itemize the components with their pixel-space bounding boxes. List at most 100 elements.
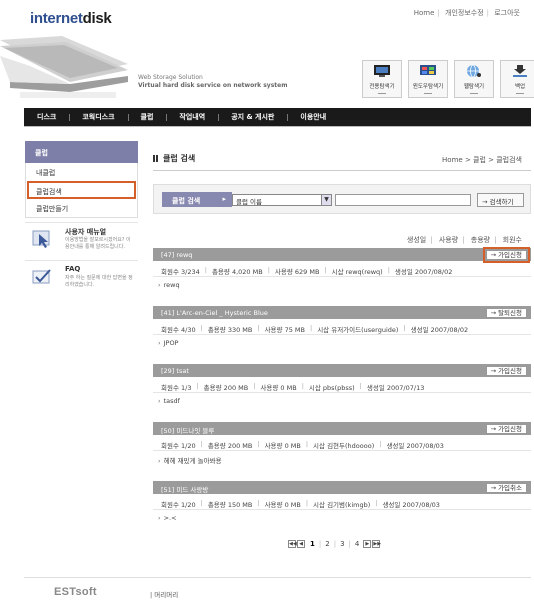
top-links: Home | 개인정보수정 | 로그아웃 bbox=[413, 9, 520, 17]
nav-notice-board[interactable]: 공지 & 게시판 bbox=[218, 112, 287, 122]
club-created: 생성일 2007/08/02 bbox=[410, 326, 469, 334]
breadcrumb: Home > 클럽 > 클럽검색 bbox=[442, 156, 522, 164]
sidebar-title: 클럽 bbox=[25, 141, 138, 163]
club-stats: 회원수 4/30 | 총용량 330 MB | 사용량 75 MB | 시삽 유저가이드(u… bbox=[153, 319, 531, 335]
club-members: 회원수 4/30 bbox=[161, 326, 196, 334]
folder-explorer-icon bbox=[374, 65, 390, 77]
logo-text-disk: disk bbox=[82, 10, 112, 27]
nav-disk[interactable]: 디스크 bbox=[24, 112, 69, 122]
logout-link[interactable]: 로그아웃 bbox=[494, 9, 520, 17]
leave-request-button[interactable]: → 탈퇴신청 bbox=[485, 308, 527, 318]
sort-by-used[interactable]: 사용량 bbox=[439, 236, 458, 244]
sidebar-item-my-club[interactable]: 내클럽 bbox=[26, 163, 137, 181]
club-name[interactable]: [47] rewq bbox=[161, 251, 192, 259]
club-owner: 시삽 pbs(pbss) bbox=[308, 384, 355, 392]
club-owner: 시삽 김현두(hdoooo) bbox=[313, 442, 375, 450]
manual-desc: 이용방법을 잘모르시겠어요? 이용안내를 통해 알려드립니다. bbox=[65, 237, 131, 250]
footer-link[interactable]: | 머리머리 bbox=[150, 589, 178, 599]
faq-box[interactable]: FAQ 자주 하는 질문에 대한 답변을 정리하였습니다. bbox=[25, 260, 138, 296]
tool-label: 윈도우탐색기 bbox=[412, 84, 444, 90]
tool-label: 백업 bbox=[514, 84, 526, 90]
club-owner: 시삽 김기범(kimgb) bbox=[313, 501, 371, 509]
tool-label: 전용탐색기 bbox=[369, 84, 395, 90]
search-button[interactable]: → 검색하기 bbox=[477, 193, 524, 207]
club-used: 사용량 0 MB bbox=[264, 442, 301, 450]
nav-guide[interactable]: 이용안내 bbox=[287, 112, 339, 122]
last-page-icon[interactable]: ▶▶ bbox=[372, 540, 381, 548]
club-entry: [41] L'Arc-en-Ciel _ Hysteric Blue → 탈퇴신청… bbox=[153, 306, 531, 351]
next-page-icon[interactable]: ▶ bbox=[363, 540, 372, 548]
club-used: 사용량 0 MB bbox=[264, 501, 301, 509]
search-label-text: 클럽 검색 bbox=[172, 197, 201, 205]
arrow-right-icon: ▸ bbox=[222, 195, 226, 203]
home-link[interactable]: Home bbox=[414, 9, 435, 17]
cancel-join-button[interactable]: → 가입취소 bbox=[485, 483, 527, 493]
edit-profile-link[interactable]: 개인정보수정 bbox=[445, 9, 484, 17]
tagline-line-1: Web Storage Solution bbox=[138, 74, 203, 81]
web-explorer-icon bbox=[467, 64, 481, 78]
tool-windows-explorer[interactable]: 윈도우탐색기 bbox=[408, 60, 448, 98]
sort-by-created[interactable]: 생성일 bbox=[407, 236, 426, 244]
join-request-button[interactable]: → 가입신청 bbox=[485, 366, 527, 376]
sidebar-item-club-search[interactable]: 클럽검색 bbox=[27, 181, 136, 199]
club-name[interactable]: [50] 미드나잇 블루 bbox=[161, 427, 214, 435]
tagline: Web Storage Solution Virtual hard disk s… bbox=[138, 74, 287, 90]
footer-divider bbox=[24, 577, 531, 578]
club-created: 생성일 2007/08/03 bbox=[382, 501, 440, 509]
club-owner: 시삽 rewq(rewq) bbox=[331, 268, 383, 276]
club-created: 생성일 2007/08/03 bbox=[386, 442, 444, 450]
backup-download-icon bbox=[513, 65, 527, 77]
sidebar-item-create-club[interactable]: 클럽만들기 bbox=[26, 199, 137, 217]
page-link-2[interactable]: 2 bbox=[325, 540, 329, 548]
nav-divider bbox=[24, 126, 531, 127]
club-description: JPOP bbox=[153, 335, 531, 351]
logo[interactable]: internetdisk bbox=[30, 10, 112, 27]
sidebar-menu: 내클럽 클럽검색 클럽만들기 bbox=[25, 163, 138, 218]
tool-web-explorer[interactable]: 웹탐색기 bbox=[454, 60, 494, 98]
manual-title: 사용자 매뉴얼 bbox=[65, 228, 107, 236]
page-link-3[interactable]: 3 bbox=[340, 540, 344, 548]
laptop-illustration bbox=[0, 36, 128, 98]
sort-by-total[interactable]: 총용량 bbox=[471, 236, 490, 244]
club-name[interactable]: [29] tsat bbox=[161, 367, 189, 375]
club-stats: 회원수 1/20 | 총용량 150 MB | 사용량 0 MB | 시삽 김기범(kimg… bbox=[153, 494, 531, 510]
club-name[interactable]: [51] 미드 사랑방 bbox=[161, 486, 208, 494]
tool-dedicated-explorer[interactable]: 전용탐색기 bbox=[362, 60, 402, 98]
page-link-4[interactable]: 4 bbox=[355, 540, 359, 548]
tool-backup[interactable]: 백업 bbox=[500, 60, 534, 98]
faq-desc: 자주 하는 질문에 대한 답변을 정리하였습니다. bbox=[65, 275, 133, 288]
chevron-down-icon: ▼ bbox=[321, 195, 331, 205]
tagline-line-2: Virtual hard disk service on network sys… bbox=[138, 82, 288, 89]
club-total: 총용량 4,020 MB bbox=[211, 268, 263, 276]
title-divider bbox=[153, 170, 531, 171]
nav-cowork-disk[interactable]: 코웍디스크 bbox=[69, 112, 127, 122]
club-used: 사용량 0 MB bbox=[260, 384, 297, 392]
club-members: 회원수 1/20 bbox=[161, 442, 196, 450]
page-title: 클럽 검색 bbox=[153, 153, 195, 164]
club-owner: 시삽 유저가이드(userguide) bbox=[317, 326, 399, 334]
club-entry: [50] 미드나잇 블루 → 가입신청 회원수 1/20 | 총용량 200 MB | 사… bbox=[153, 422, 531, 467]
search-type-select[interactable]: 클럽 이름 ▼ bbox=[232, 194, 332, 206]
club-name[interactable]: [41] L'Arc-en-Ciel _ Hysteric Blue bbox=[161, 309, 268, 317]
prev-page-icon[interactable]: ◀ bbox=[297, 540, 305, 548]
footer-logo: ESTsoft bbox=[54, 586, 97, 598]
page-link-1[interactable]: 1 bbox=[310, 540, 315, 548]
tool-buttons: 전용탐색기 윈도우탐색기 웹탐색기 백업 bbox=[362, 60, 534, 98]
search-label: 클럽 검색 ▸ bbox=[162, 192, 232, 207]
nav-work-history[interactable]: 작업내역 bbox=[166, 112, 218, 122]
tool-label: 웹탐색기 bbox=[463, 84, 485, 90]
club-stats: 회원수 3/234 | 총용량 4,020 MB | 사용량 629 MB | 시삽 rew… bbox=[153, 261, 531, 277]
faq-check-icon bbox=[32, 269, 51, 284]
join-request-button[interactable]: → 가입신청 bbox=[485, 424, 527, 434]
user-manual-box[interactable]: 사용자 매뉴얼 이용방법을 잘모르시겠어요? 이용안내를 통해 알려드립니다. bbox=[25, 222, 138, 258]
sort-by-members[interactable]: 회원수 bbox=[503, 236, 522, 244]
first-page-icon[interactable]: ◀◀ bbox=[288, 540, 297, 548]
nav-club[interactable]: 클럽 bbox=[127, 112, 167, 122]
club-header: [29] tsat → 가입신청 bbox=[153, 364, 531, 377]
search-input[interactable] bbox=[335, 194, 471, 206]
join-request-button[interactable]: → 가입신청 bbox=[482, 247, 531, 263]
club-used: 사용량 629 MB bbox=[274, 268, 320, 276]
club-header: [51] 미드 사랑방 → 가입취소 bbox=[153, 481, 531, 494]
sort-options: 생성일 | 사용량 | 총용량 | 회원수 bbox=[406, 236, 522, 244]
club-search-bar: 클럽 검색 ▸ 클럽 이름 ▼ → 검색하기 bbox=[153, 184, 531, 214]
